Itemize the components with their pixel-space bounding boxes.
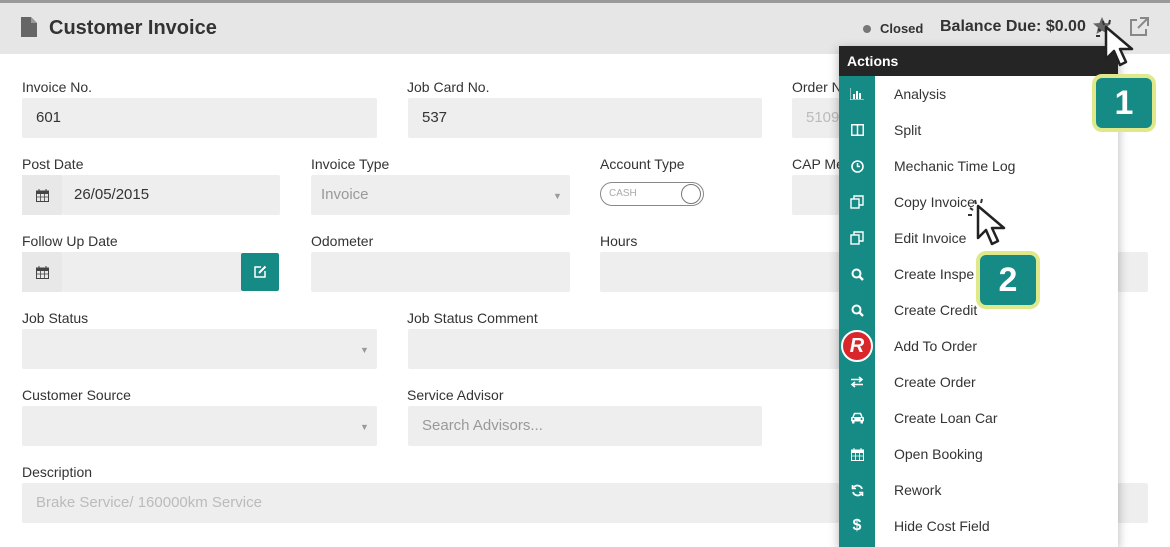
hours-field-continued [1118, 252, 1148, 292]
status-text: Closed [880, 21, 924, 36]
menu-item-add-to-order[interactable]: R Add To Order [839, 328, 1118, 364]
cap-me-label: CAP Me [792, 156, 844, 172]
menu-item-label: Hide Cost Field [894, 518, 990, 534]
job-card-no-label: Job Card No. [407, 79, 490, 95]
menu-item-hide-cost-field[interactable]: $ Hide Cost Field [839, 508, 1118, 544]
chevron-down-icon: ▼ [360, 345, 369, 355]
page-title: Customer Invoice [49, 17, 217, 39]
menu-item-label: Create Credit [894, 302, 978, 318]
menu-item-label: Rework [894, 482, 942, 498]
hours-label: Hours [600, 233, 638, 249]
status-dot-icon [863, 25, 871, 33]
job-card-no-field[interactable]: 537 [408, 98, 762, 138]
menu-item-split[interactable]: Split [839, 112, 1118, 148]
invoice-no-label: Invoice No. [22, 79, 93, 95]
menu-item-open-booking[interactable]: Open Booking [839, 436, 1118, 472]
description-field[interactable]: Brake Service/ 160000km Service [22, 483, 839, 523]
dollar-icon: $ [852, 517, 862, 534]
description-label: Description [22, 464, 93, 480]
click-cursor-icon [968, 198, 1006, 246]
job-status-label: Job Status [22, 310, 89, 326]
menu-item-label: Open Booking [894, 446, 983, 462]
menu-item-label: Analysis [894, 86, 947, 102]
toggle-text: CASH [609, 188, 637, 199]
copy-icon [839, 184, 875, 220]
click-cursor-icon [1096, 19, 1134, 67]
invoice-type-label: Invoice Type [311, 156, 390, 172]
follow-up-date-field[interactable] [62, 252, 242, 292]
menu-item-analysis[interactable]: Analysis [839, 76, 1118, 112]
edit-icon [254, 265, 267, 278]
cap-me-field[interactable] [792, 175, 839, 215]
car-icon [839, 400, 875, 436]
customer-source-label: Customer Source [22, 387, 131, 403]
service-advisor-label: Service Advisor [407, 387, 504, 403]
menu-item-label: Create Inspe [894, 266, 975, 282]
toggle-knob [681, 184, 701, 204]
post-date-calendar-button[interactable] [22, 175, 62, 215]
account-type-toggle[interactable]: CASH [600, 182, 704, 206]
chevron-down-icon: ▼ [360, 422, 369, 432]
repco-logo-icon: R [839, 328, 875, 364]
menu-item-label: Create Loan Car [894, 410, 998, 426]
menu-item-label: Split [894, 122, 922, 138]
edit-follow-up-button[interactable] [241, 253, 279, 291]
calendar-icon [35, 265, 49, 279]
invoice-type-select[interactable]: Invoice [311, 175, 570, 215]
menu-item-label: Edit Invoice [894, 230, 967, 246]
calendar-icon [839, 436, 875, 472]
refresh-icon [839, 472, 875, 508]
menu-item-mechanic-time-log[interactable]: Mechanic Time Log [839, 148, 1118, 184]
search-icon [839, 292, 875, 328]
document-icon [21, 17, 37, 37]
customer-source-select[interactable] [22, 406, 377, 446]
menu-item-label: Add To Order [894, 338, 978, 354]
balance-due: Balance Due: $0.00 [940, 18, 1086, 35]
menu-item-label: Mechanic Time Log [894, 158, 1016, 174]
copy-icon [839, 220, 875, 256]
bar-chart-icon [839, 76, 875, 112]
invoice-no-field[interactable]: 601 [22, 98, 377, 138]
account-type-label: Account Type [600, 156, 685, 172]
search-icon [839, 256, 875, 292]
step-badge-1: 1 [1092, 74, 1156, 132]
columns-icon [839, 112, 875, 148]
menu-item-label: Create Order [894, 374, 976, 390]
job-status-comment-field[interactable] [408, 329, 839, 369]
menu-item-label: Copy Invoice [894, 194, 975, 210]
calendar-icon [35, 188, 49, 202]
post-date-field[interactable]: 26/05/2015 [62, 175, 280, 215]
odometer-field[interactable] [311, 252, 570, 292]
clock-icon [839, 148, 875, 184]
job-status-comment-label: Job Status Comment [407, 310, 538, 326]
exchange-icon [839, 364, 875, 400]
follow-up-date-label: Follow Up Date [22, 233, 118, 249]
order-no-label: Order N [792, 79, 842, 95]
menu-item-create-loan-car[interactable]: Create Loan Car [839, 400, 1118, 436]
actions-menu-title: Actions [839, 46, 1118, 76]
post-date-label: Post Date [22, 156, 84, 172]
job-status-select[interactable] [22, 329, 377, 369]
description-field-continued [1118, 483, 1148, 523]
menu-item-rework[interactable]: Rework [839, 472, 1118, 508]
order-no-field[interactable]: 5109 [792, 98, 839, 138]
chevron-down-icon: ▼ [553, 191, 562, 201]
odometer-label: Odometer [311, 233, 374, 249]
menu-item-create-order[interactable]: Create Order [839, 364, 1118, 400]
service-advisor-search-input[interactable]: Search Advisors... [408, 406, 762, 446]
step-badge-2: 2 [976, 251, 1040, 309]
hours-field[interactable] [600, 252, 839, 292]
follow-up-calendar-button[interactable] [22, 252, 62, 292]
